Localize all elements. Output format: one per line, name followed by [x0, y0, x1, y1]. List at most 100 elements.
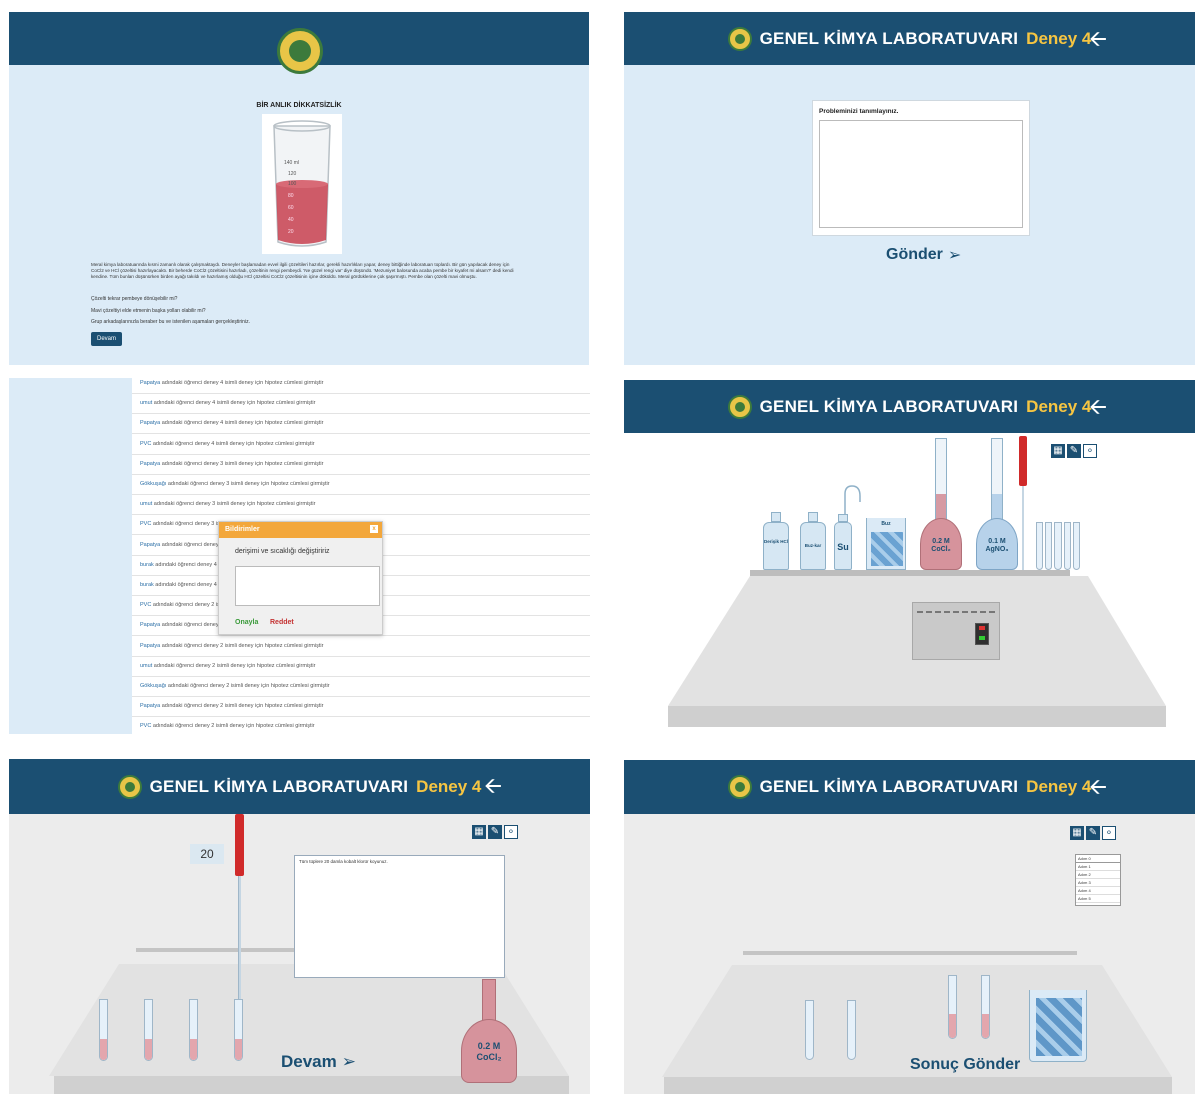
app-header: GENEL KİMYA LABORATUVARI Deney 4 🡨: [624, 380, 1195, 433]
test-tube[interactable]: [805, 1000, 814, 1060]
row-text: adındaki öğrenci deney 4: [155, 582, 217, 588]
test-tube[interactable]: [99, 999, 108, 1061]
flask-cocl2[interactable]: 0.2 M CoCl₂: [461, 979, 517, 1083]
back-arrow-icon[interactable]: 🡨: [1089, 396, 1107, 418]
notification-row[interactable]: Papatya adındaki öğrenci deney 2 isimli …: [132, 637, 590, 657]
flask-cocl2[interactable]: 0.2 M CoCl₂: [920, 438, 962, 570]
header-experiment: Deney 4: [1026, 777, 1092, 796]
notification-row[interactable]: PVC adındaki öğrenci deney 2 isimli dene…: [132, 717, 590, 734]
approve-link[interactable]: Onayla: [235, 619, 258, 626]
row-user[interactable]: Papatya: [140, 461, 160, 467]
tool-icon[interactable]: ⚬: [1102, 826, 1116, 840]
test-tube[interactable]: [234, 999, 243, 1061]
notification-row[interactable]: Gökkuşağı adındaki öğrenci deney 3 isiml…: [132, 475, 590, 495]
note-textarea[interactable]: Tüm tüplere 20 damla kobalt klorür koyun…: [294, 855, 505, 978]
row-user[interactable]: Gökkuşağı: [140, 481, 166, 487]
row-user[interactable]: umut: [140, 663, 152, 669]
row-user[interactable]: Papatya: [140, 622, 160, 628]
notification-row[interactable]: umut adındaki öğrenci deney 3 isimli den…: [132, 495, 590, 516]
row-user[interactable]: Gökkuşağı: [140, 683, 166, 689]
row-user[interactable]: PVC: [140, 723, 151, 729]
step-option[interactable]: Adım 1: [1076, 863, 1120, 871]
test-tube-rack[interactable]: [1036, 522, 1081, 570]
lab-logo-icon: [727, 775, 752, 799]
ice-beaker[interactable]: Buz: [866, 518, 906, 570]
test-tube[interactable]: [847, 1000, 856, 1060]
continue-button[interactable]: Devam: [91, 332, 122, 346]
row-user[interactable]: burak: [140, 562, 154, 568]
row-text: adındaki öğrenci deney 4 isimli deney iç…: [153, 400, 316, 407]
wash-bottle[interactable]: Su: [834, 484, 866, 570]
bottle-buzkar[interactable]: Buz-kar: [800, 512, 826, 570]
flask-agno3[interactable]: 0.1 M AgNO₃: [976, 438, 1018, 570]
row-user[interactable]: umut: [140, 400, 152, 406]
problem-textarea[interactable]: [819, 120, 1023, 228]
reject-link[interactable]: Reddet: [270, 619, 294, 626]
row-user[interactable]: PVC: [140, 521, 151, 527]
question-1: Çözelti tekrar pembeye dönüşebilir mi?: [91, 296, 178, 302]
question-2: Mavi çözeltiyi elde etmenin başka yollar…: [91, 308, 206, 314]
bottle-hcl[interactable]: Derişik HCl: [763, 512, 789, 570]
test-tube[interactable]: [189, 999, 198, 1061]
step-option[interactable]: Adım 2: [1076, 871, 1120, 879]
pen-icon[interactable]: ✎: [1086, 826, 1100, 840]
row-user[interactable]: umut: [140, 501, 152, 507]
panel-story: BİR ANLIK DİKKATSİZLİK 140 ml 120 100 80…: [9, 12, 589, 365]
pipette[interactable]: [1017, 436, 1029, 570]
submit-button[interactable]: Gönder ➢: [886, 245, 961, 265]
notification-row[interactable]: Papatya adındaki öğrenci deney 3 isimli …: [132, 455, 590, 475]
notification-row[interactable]: PVC adındaki öğrenci deney 4 isimli dene…: [132, 435, 590, 455]
notification-row[interactable]: Papatya adındaki öğrenci deney 2 isimli …: [132, 697, 590, 718]
header-title: GENEL KİMYA LABORATUVARI: [759, 28, 1019, 48]
pipette[interactable]: [232, 814, 246, 1014]
heater-device[interactable]: [912, 602, 1000, 660]
row-user[interactable]: Papatya: [140, 420, 160, 426]
row-user[interactable]: Papatya: [140, 380, 160, 386]
tool-icon[interactable]: ⚬: [1083, 444, 1097, 458]
test-tube[interactable]: [948, 975, 957, 1039]
modal-reply-textarea[interactable]: [235, 566, 380, 606]
notification-row[interactable]: Papatya adındaki öğrenci deney 4 isimli …: [132, 378, 590, 394]
row-user[interactable]: Papatya: [140, 643, 160, 649]
step-option[interactable]: Adım 5: [1076, 895, 1120, 903]
notification-row[interactable]: Papatya adındaki öğrenci deney 4 isimli …: [132, 414, 590, 435]
close-icon[interactable]: x: [370, 525, 378, 533]
submit-result-button[interactable]: Sonuç Gönder: [910, 1056, 1020, 1074]
row-user[interactable]: PVC: [140, 441, 151, 447]
continue-button[interactable]: Devam ➢: [281, 1052, 356, 1072]
beaker-mark: 40: [288, 217, 294, 223]
row-user[interactable]: burak: [140, 582, 154, 588]
row-user[interactable]: Papatya: [140, 703, 160, 709]
step-select[interactable]: Adım 0 Adım 1 Adım 2 Adım 3 Adım 4 Adım 5: [1075, 854, 1121, 906]
volume-display: 20: [190, 844, 224, 864]
test-tube[interactable]: [981, 975, 990, 1039]
tool-icon[interactable]: ⚬: [504, 825, 518, 839]
back-arrow-icon[interactable]: 🡨: [1089, 28, 1107, 50]
step-option[interactable]: Adım 4: [1076, 887, 1120, 895]
notification-row[interactable]: umut adındaki öğrenci deney 4 isimli den…: [132, 394, 590, 415]
pen-icon[interactable]: ✎: [1067, 444, 1081, 458]
row-text: adındaki öğrenci deney 2 isimli deney iç…: [153, 662, 316, 669]
calculator-icon[interactable]: ▦: [472, 825, 486, 839]
header-experiment: Deney 4: [1026, 28, 1092, 48]
back-arrow-icon[interactable]: 🡨: [1089, 776, 1107, 798]
panel-problem: GENEL KİMYA LABORATUVARI Deney 4 🡨 Probl…: [624, 12, 1195, 365]
notification-row[interactable]: umut adındaki öğrenci deney 2 isimli den…: [132, 657, 590, 677]
pen-icon[interactable]: ✎: [488, 825, 502, 839]
toolbar: ▦ ✎ ⚬: [1051, 444, 1097, 458]
calculator-icon[interactable]: ▦: [1070, 826, 1084, 840]
test-tube[interactable]: [144, 999, 153, 1061]
notification-row[interactable]: Gökkuşağı adındaki öğrenci deney 2 isiml…: [132, 677, 590, 697]
row-text: adındaki öğrenci deney 4 isimli deney iç…: [152, 440, 315, 447]
row-user[interactable]: Papatya: [140, 542, 160, 548]
row-text: adındaki öğrenci deney 2 isimli deney iç…: [152, 723, 315, 730]
back-arrow-icon[interactable]: 🡨: [484, 775, 502, 797]
toolbar: ▦ ✎ ⚬: [472, 825, 518, 839]
arrow-right-icon: ➢: [341, 1052, 357, 1071]
calculator-icon[interactable]: ▦: [1051, 444, 1065, 458]
row-user[interactable]: PVC: [140, 602, 151, 608]
step-select-current[interactable]: Adım 0: [1076, 855, 1120, 863]
step-option[interactable]: Adım 3: [1076, 879, 1120, 887]
back-shelf: [743, 951, 1077, 955]
ice-beaker[interactable]: [1029, 990, 1087, 1062]
